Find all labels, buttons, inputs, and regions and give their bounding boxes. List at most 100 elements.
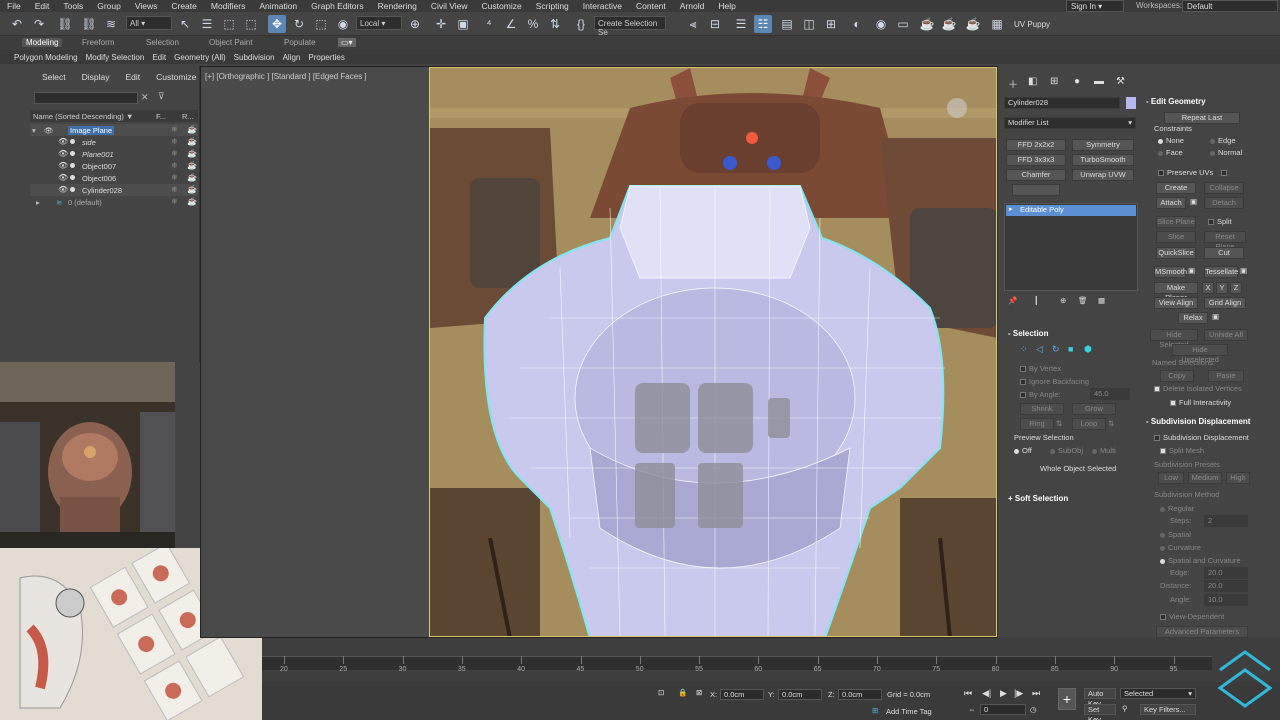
explorer-menu-display[interactable]: Display: [74, 72, 118, 82]
ribbon-tab-populate[interactable]: Populate: [284, 38, 316, 47]
grid-align-button[interactable]: Grid Align: [1204, 297, 1246, 309]
symmetry-button[interactable]: Symmetry: [1072, 139, 1134, 151]
eye-icon[interactable]: 👁: [58, 149, 68, 158]
explorer-menu-customize[interactable]: Customize: [148, 72, 204, 82]
mirror-icon[interactable]: ⫷: [684, 15, 702, 33]
relax-button[interactable]: Relax: [1178, 312, 1208, 324]
redo-icon[interactable]: ↷: [30, 15, 48, 33]
named-selection-dropdown[interactable]: Create Selection Se: [594, 16, 666, 37]
ribbon-tab-freeform[interactable]: Freeform: [82, 38, 114, 47]
ribbon-tab-selection[interactable]: Selection: [146, 38, 179, 47]
menu-create[interactable]: Create: [164, 1, 204, 11]
scale-icon[interactable]: ⬚: [312, 15, 330, 33]
border-mode-icon[interactable]: ↻: [1052, 344, 1060, 355]
teapot-icon[interactable]: ☕: [187, 173, 197, 182]
link-icon[interactable]: ⛓: [56, 15, 74, 33]
repeat-last-button[interactable]: Repeat Last: [1164, 112, 1240, 124]
explorer-row-cylinder028[interactable]: 👁 Cylinder028 ❄ ☕: [30, 184, 198, 196]
motion-tab-icon[interactable]: ●: [1074, 76, 1080, 87]
tessellate-button[interactable]: Tessellate: [1204, 266, 1238, 278]
eye-icon[interactable]: 👁: [58, 173, 68, 182]
viewport-scene[interactable]: [429, 67, 997, 637]
auto-key-button[interactable]: Auto Key: [1084, 688, 1116, 708]
by-angle-checkbox[interactable]: By Angle:: [1020, 390, 1061, 399]
turbosmooth-button[interactable]: TurboSmooth: [1072, 154, 1134, 166]
collapse-button[interactable]: Collapse: [1204, 182, 1244, 194]
teapot-icon[interactable]: ☕: [187, 137, 197, 146]
expand-arrow-icon[interactable]: ▾: [32, 126, 36, 135]
ring-spinner-icon[interactable]: ⇅: [1056, 419, 1062, 428]
toggle-layer-explorer-icon[interactable]: ☷: [754, 15, 772, 33]
robot-model-render[interactable]: [430, 68, 997, 637]
edge-mode-icon[interactable]: ◁: [1036, 344, 1043, 355]
detach-button[interactable]: Detach: [1204, 197, 1244, 209]
set-key-button[interactable]: Set Key: [1084, 704, 1116, 720]
uv-puppy-icon[interactable]: ▦: [988, 15, 1006, 33]
reference-coordinate-dropdown[interactable]: Local ▾: [356, 16, 402, 30]
modify-tab-icon[interactable]: ◧: [1028, 76, 1037, 87]
explorer-column-header[interactable]: Name (Sorted Descending) ▼ F... R...: [30, 110, 198, 122]
menu-customize[interactable]: Customize: [475, 1, 529, 11]
split-checkbox[interactable]: Split: [1208, 217, 1232, 226]
rotate-icon[interactable]: ↻: [290, 15, 308, 33]
attach-settings-icon[interactable]: ▣: [1190, 197, 1197, 206]
hide-unselected-button[interactable]: Hide Unselected: [1172, 344, 1228, 364]
eye-icon[interactable]: 👁: [58, 185, 68, 194]
selection-region-icon[interactable]: ⬚: [220, 15, 238, 33]
angle-spinner[interactable]: 10.0: [1204, 594, 1248, 606]
material-editor-icon[interactable]: ◐: [848, 15, 866, 33]
toggle-ribbon-icon[interactable]: ▤: [778, 15, 796, 33]
ffd2-button[interactable]: FFD 2x2x2: [1006, 139, 1066, 151]
explorer-row-plane001[interactable]: 👁 Plane001 ❄ ☕: [30, 148, 198, 160]
subdivision-displacement-rollout-header[interactable]: - Subdivision Displacement: [1146, 417, 1250, 426]
hide-selected-button[interactable]: Hide Selected: [1150, 329, 1198, 349]
unhide-all-button[interactable]: Unhide All: [1204, 329, 1248, 341]
keyboard-shortcut-icon[interactable]: ▣: [454, 15, 472, 33]
freeze-icon[interactable]: ❄: [171, 185, 178, 194]
ring-button[interactable]: Ring: [1020, 418, 1054, 430]
panel-align[interactable]: Align: [279, 53, 305, 62]
pivot-center-icon[interactable]: ⊕: [406, 15, 424, 33]
time-tag-icon[interactable]: ⊞: [872, 706, 878, 715]
explorer-row-image-plane[interactable]: ▾ 👁 Image Plane ❄ ☕: [30, 124, 198, 136]
teapot-icon[interactable]: ☕: [187, 149, 197, 158]
make-unique-icon[interactable]: ⊕: [1060, 296, 1066, 305]
x-coordinate-field[interactable]: 0.0cm: [720, 689, 764, 700]
freeze-icon[interactable]: ❄: [171, 137, 178, 146]
by-angle-spinner[interactable]: 45.0: [1090, 388, 1130, 400]
snaps-toggle-icon[interactable]: ⁴: [480, 15, 498, 33]
schematic-view-icon[interactable]: ⊞: [822, 15, 840, 33]
planar-y-button[interactable]: Y: [1216, 282, 1228, 294]
menu-animation[interactable]: Animation: [252, 1, 304, 11]
preset-high-button[interactable]: High: [1226, 472, 1250, 484]
render-production-icon[interactable]: ☕: [918, 15, 936, 33]
ribbon-tab-object-paint[interactable]: Object Paint: [209, 38, 253, 47]
object-name-field[interactable]: Cylinder028: [1004, 97, 1120, 109]
constraint-edge-radio[interactable]: Edge: [1210, 136, 1236, 145]
modifier-list-dropdown[interactable]: Modifier List ▾: [1004, 117, 1136, 129]
select-object-icon[interactable]: ↖: [176, 15, 194, 33]
reset-plane-button[interactable]: Reset Plane: [1204, 231, 1246, 251]
teapot-icon[interactable]: ☕: [187, 185, 197, 194]
move-icon[interactable]: ✥: [268, 15, 286, 33]
set-key-big-icon[interactable]: +: [1058, 688, 1076, 710]
menu-tools[interactable]: Tools: [56, 1, 90, 11]
by-vertex-checkbox[interactable]: By Vertex: [1020, 364, 1061, 373]
menu-help[interactable]: Help: [711, 1, 742, 11]
spatial-radio[interactable]: Spatial: [1160, 530, 1191, 539]
eye-icon[interactable]: 👁: [44, 126, 54, 135]
window-crossing-icon[interactable]: ⬚: [242, 15, 260, 33]
teapot-icon[interactable]: ☕: [187, 161, 197, 170]
explorer-menu-edit[interactable]: Edit: [118, 72, 149, 82]
freeze-icon[interactable]: ❄: [171, 161, 178, 170]
curvature-radio[interactable]: Curvature: [1160, 543, 1201, 552]
menu-rendering[interactable]: Rendering: [371, 1, 424, 11]
absolute-mode-icon[interactable]: ⊠: [696, 688, 702, 697]
explorer-menu-select[interactable]: Select: [0, 72, 74, 82]
planar-z-button[interactable]: Z: [1230, 282, 1242, 294]
constraint-none-radio[interactable]: None: [1158, 136, 1184, 145]
configure-sets-icon[interactable]: ▦: [1098, 296, 1105, 305]
align-icon[interactable]: ⊟: [706, 15, 724, 33]
select-manipulate-icon[interactable]: ✛: [432, 15, 450, 33]
eye-icon[interactable]: 👁: [58, 137, 68, 146]
